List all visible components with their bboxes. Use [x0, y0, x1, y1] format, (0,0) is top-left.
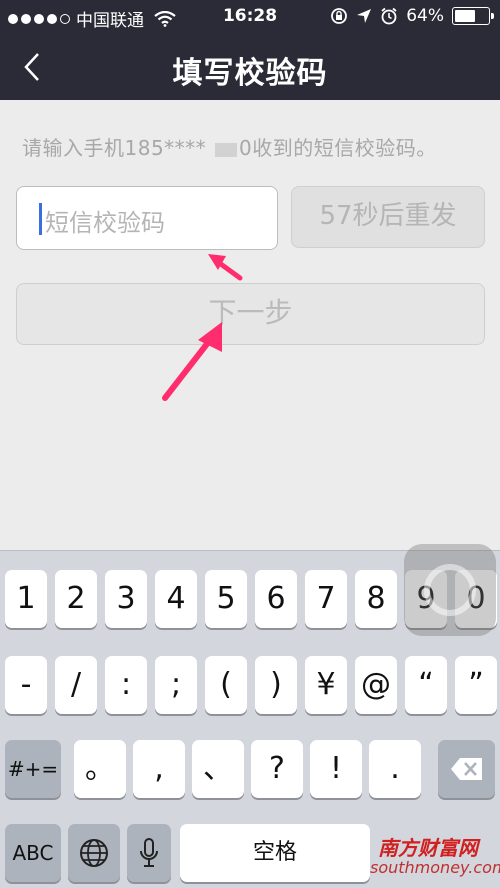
status-bar: 中国联通 16:28 64% [0, 0, 500, 36]
key-punct-3[interactable]: ? [251, 740, 303, 798]
key-4[interactable]: 5 [205, 570, 247, 628]
key-symbol-9[interactable]: ” [455, 656, 497, 714]
battery-icon [452, 7, 494, 25]
space-key[interactable]: 空格 [180, 824, 370, 882]
masked-digits [215, 142, 238, 157]
sms-code-input[interactable]: 短信校验码 [16, 186, 278, 250]
navigation-bar: 填写校验码 [0, 36, 500, 100]
key-symbol-5[interactable]: ) [255, 656, 297, 714]
battery-percentage: 64% [406, 6, 444, 26]
assistive-touch-button[interactable] [404, 544, 496, 636]
key-punct-5[interactable]: . [369, 740, 421, 798]
abc-key[interactable]: ABC [5, 824, 61, 882]
status-right: 64% [330, 6, 494, 26]
top-bar: 中国联通 16:28 64% 填写校验码 [0, 0, 500, 100]
key-symbol-2[interactable]: : [105, 656, 147, 714]
globe-icon [80, 839, 108, 867]
battery-fill [455, 10, 476, 22]
key-0[interactable]: 1 [5, 570, 47, 628]
key-5[interactable]: 6 [255, 570, 297, 628]
alarm-icon [381, 7, 397, 25]
sms-hint-text: 请输入手机185**** 0收到的短信校验码。 [22, 132, 437, 161]
key-6[interactable]: 7 [305, 570, 347, 628]
backspace-icon [450, 758, 482, 780]
key-symbol-0[interactable]: - [5, 656, 47, 714]
sms-code-placeholder: 短信校验码 [45, 209, 165, 237]
location-icon [357, 9, 372, 23]
backspace-key[interactable] [438, 740, 495, 798]
key-3[interactable]: 4 [155, 570, 197, 628]
arrow-to-input [208, 254, 243, 281]
page-title: 填写校验码 [172, 56, 328, 91]
microphone-key[interactable] [127, 824, 171, 882]
hint-prefix: 请输入手机185**** [22, 136, 214, 160]
key-symbol-3[interactable]: ; [155, 656, 197, 714]
text-caret [39, 203, 42, 235]
more-symbols-key[interactable]: #+= [5, 740, 61, 798]
assistive-touch-ring [424, 564, 476, 616]
key-symbol-4[interactable]: ( [205, 656, 247, 714]
key-punct-1[interactable]: , [133, 740, 185, 798]
key-symbol-6[interactable]: ¥ [305, 656, 347, 714]
watermark-url: southmoney.com [370, 858, 500, 877]
key-symbol-1[interactable]: / [55, 656, 97, 714]
watermark-title: 南方财富网 [378, 836, 478, 860]
globe-key[interactable] [68, 824, 120, 882]
key-2[interactable]: 3 [105, 570, 147, 628]
key-punct-2[interactable]: 、 [192, 740, 244, 798]
key-1[interactable]: 2 [55, 570, 97, 628]
resend-countdown-button[interactable]: 57秒后重发 [291, 186, 485, 248]
hint-suffix: 0收到的短信校验码。 [239, 136, 437, 160]
key-symbol-7[interactable]: @ [355, 656, 397, 714]
key-symbol-8[interactable]: “ [405, 656, 447, 714]
next-step-button[interactable]: 下一步 [16, 283, 485, 345]
rotation-lock-icon [331, 8, 348, 24]
microphone-icon [140, 838, 158, 867]
key-punct-0[interactable]: 。 [74, 740, 126, 798]
key-punct-4[interactable]: ! [310, 740, 362, 798]
key-7[interactable]: 8 [355, 570, 397, 628]
